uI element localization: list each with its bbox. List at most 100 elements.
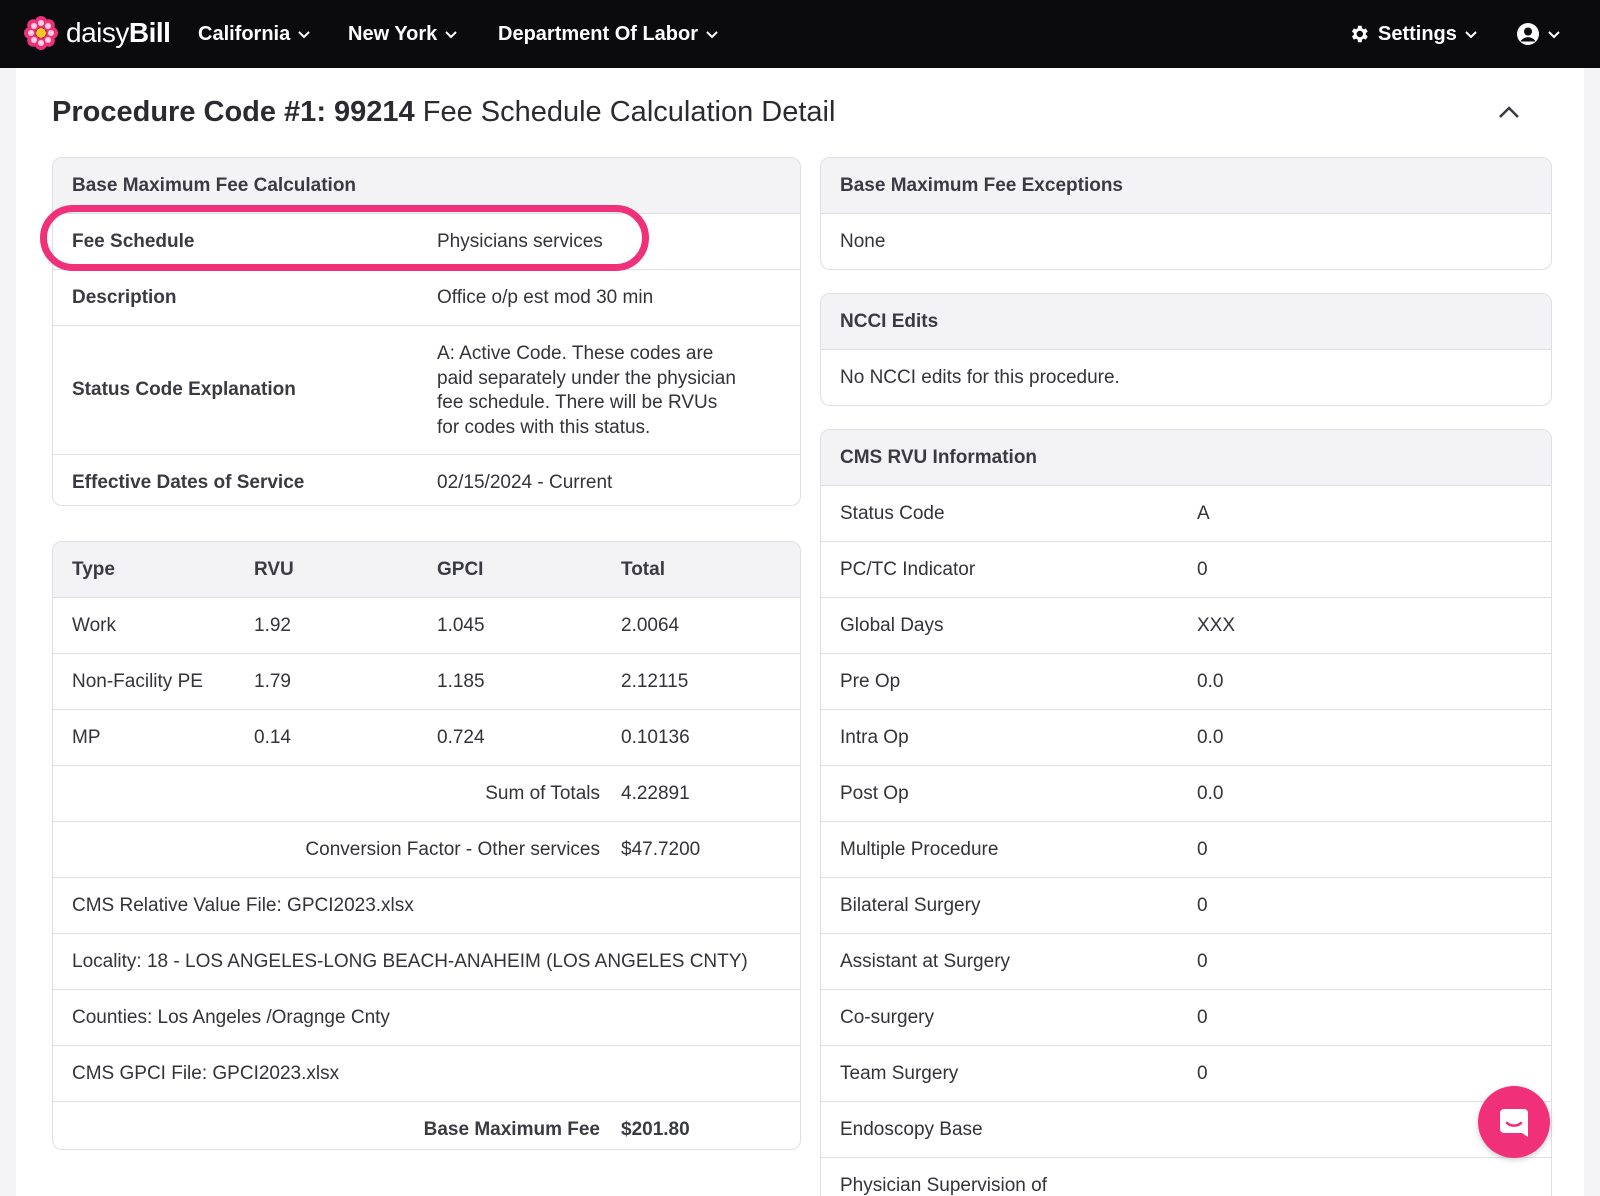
row-label: Status Code Explanation (72, 379, 296, 400)
conversion-factor-row: Conversion Factor - Other services $47.7… (53, 822, 800, 878)
sum-of-totals-row: Sum of Totals 4.22891 (53, 766, 800, 822)
exceptions-value: None (840, 231, 886, 252)
sum-value: 4.22891 (621, 782, 690, 804)
ncci-edits-panel: NCCI Edits No NCCI edits for this proced… (820, 293, 1552, 406)
chevron-down-icon (445, 31, 458, 39)
cell-type: MP (72, 726, 101, 748)
cms-row: Bilateral Surgery 0 (821, 878, 1551, 934)
exceptions-row: None (821, 214, 1551, 269)
row-label: Team Surgery (840, 1062, 959, 1084)
info-row: Locality: 18 - LOS ANGELES-LONG BEACH-AN… (53, 934, 800, 990)
base-max-fee-exceptions-panel: Base Maximum Fee Exceptions None (820, 157, 1552, 270)
row-value: A: Active Code. These codes are paid sep… (437, 342, 736, 440)
cell-rvu: 0.14 (254, 726, 291, 748)
chevron-up-icon[interactable] (1496, 100, 1522, 126)
info-row: Counties: Los Angeles /Oragnge Cnty (53, 990, 800, 1046)
value-line: fee schedule. There will be RVUs (437, 392, 718, 413)
row-label: Post Op (840, 782, 909, 804)
column-header-gpci: GPCI (437, 558, 484, 580)
settings-label: Settings (1378, 22, 1457, 45)
row-label: Physician Supervision of (840, 1175, 1047, 1196)
cell-gpci: 1.045 (437, 614, 485, 636)
table-row: Non-Facility PE 1.79 1.185 2.12115 (53, 654, 800, 710)
row-value: 0 (1197, 950, 1208, 972)
nav-california-menu[interactable]: California (198, 0, 312, 68)
table-row: MP 0.14 0.724 0.10136 (53, 710, 800, 766)
cms-row: Endoscopy Base (821, 1102, 1551, 1158)
chevron-down-icon (1465, 31, 1477, 39)
row-label: PC/TC Indicator (840, 558, 976, 580)
row-label: Intra Op (840, 726, 909, 748)
page-title-code: Procedure Code #1: 99214 (52, 96, 415, 128)
cms-row: PC/TC Indicator 0 (821, 542, 1551, 598)
cell-total: 2.12115 (621, 670, 689, 692)
row-label: Description (72, 286, 177, 308)
row-label: Pre Op (840, 670, 901, 692)
panel-header: Base Maximum Fee Calculation (53, 158, 800, 214)
cms-row: Status Code A (821, 486, 1551, 542)
column-header-type: Type (72, 558, 115, 580)
procedure-detail-card: Procedure Code #1: 99214 Fee Schedule Ca… (16, 68, 1584, 1196)
row-label: Effective Dates of Service (72, 472, 305, 493)
base-max-fee-calculation-panel: Base Maximum Fee Calculation Fee Schedul… (52, 157, 801, 506)
cell-rvu: 1.92 (254, 614, 291, 636)
row-value: 0 (1197, 1062, 1208, 1084)
logo-text: daisyBill (66, 17, 171, 48)
nav-new-york-menu[interactable]: New York (348, 0, 459, 68)
row-value: 0 (1197, 894, 1208, 916)
sum-label: Sum of Totals (485, 782, 600, 804)
row-value: 0.0 (1197, 670, 1224, 692)
value-line: A: Active Code. These codes are (437, 343, 714, 364)
description-row: Description Office o/p est mod 30 min (53, 270, 800, 326)
table-header-row: Type RVU GPCI Total (53, 542, 800, 598)
row-label: Bilateral Surgery (840, 894, 981, 916)
user-account-menu[interactable] (1516, 0, 1562, 68)
row-value: 0 (1197, 1006, 1208, 1028)
ncci-value: No NCCI edits for this procedure. (840, 367, 1120, 388)
table-row: Work 1.92 1.045 2.0064 (53, 598, 800, 654)
cms-row: Team Surgery 0 (821, 1046, 1551, 1102)
status-code-explanation-row: Status Code Explanation A: Active Code. … (53, 326, 800, 455)
cell-rvu: 1.79 (254, 670, 291, 692)
row-label: Fee Schedule (72, 230, 195, 252)
panel-header: CMS RVU Information (821, 430, 1551, 486)
nav-item-label: New York (348, 22, 438, 45)
row-value: Office o/p est mod 30 min (437, 286, 654, 308)
cell-type: Work (72, 614, 116, 636)
rvu-gpci-table-panel: Type RVU GPCI Total Work 1.92 1.045 2.00… (52, 541, 801, 1150)
cell-gpci: 1.185 (437, 670, 485, 692)
daisy-flower-icon (24, 16, 58, 50)
settings-menu[interactable]: Settings (1348, 0, 1479, 68)
cell-total: 2.0064 (621, 614, 680, 636)
row-value: 0.0 (1197, 726, 1224, 748)
conversion-factor-value: $47.7200 (621, 838, 701, 860)
chevron-down-icon (1548, 31, 1560, 39)
effective-dates-row: Effective Dates of Service 02/15/2024 - … (53, 455, 800, 505)
cms-row: Co-surgery 0 (821, 990, 1551, 1046)
user-avatar-icon (1517, 23, 1539, 45)
row-value: A (1197, 502, 1210, 524)
column-header-total: Total (621, 558, 665, 580)
chevron-down-icon (706, 31, 718, 39)
row-value: 0.0 (1197, 782, 1224, 804)
row-value: 02/15/2024 - Current (437, 472, 613, 493)
cms-row: Multiple Procedure 0 (821, 822, 1551, 878)
row-label: Multiple Procedure (840, 838, 999, 860)
chat-launcher-button[interactable] (1478, 1086, 1550, 1158)
gpci-file-text: CMS GPCI File: GPCI2023.xlsx (72, 1062, 340, 1084)
row-value: Physicians services (437, 230, 603, 252)
relative-value-file-text: CMS Relative Value File: GPCI2023.xlsx (72, 894, 414, 916)
cms-row: Assistant at Surgery 0 (821, 934, 1551, 990)
info-row: CMS GPCI File: GPCI2023.xlsx (53, 1046, 800, 1102)
cms-row: Intra Op 0.0 (821, 710, 1551, 766)
cms-row: Post Op 0.0 (821, 766, 1551, 822)
column-header-rvu: RVU (254, 558, 294, 580)
top-nav: daisyBill California New York Department… (0, 0, 1600, 68)
cms-row: Global Days XXX (821, 598, 1551, 654)
panel-header: Base Maximum Fee Exceptions (821, 158, 1551, 214)
daisybill-logo[interactable]: daisyBill (24, 16, 171, 50)
nav-department-of-labor-menu[interactable]: Department Of Labor (498, 0, 720, 68)
chat-icon (1500, 1109, 1528, 1137)
base-max-fee-value: $201.80 (621, 1119, 690, 1140)
nav-item-label: Department Of Labor (498, 22, 699, 45)
